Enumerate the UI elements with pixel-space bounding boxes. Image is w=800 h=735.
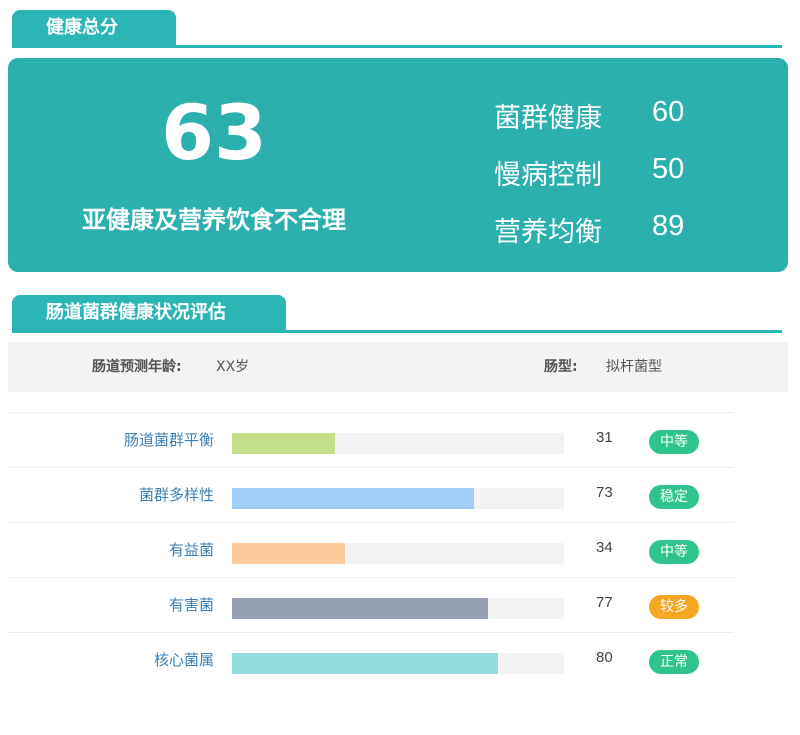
metric-bar-track <box>232 653 564 674</box>
gut-age-value: XX岁 <box>216 359 250 375</box>
metric-bar-track <box>232 543 564 564</box>
metric-status-badge: 正常 <box>649 650 699 674</box>
metric-label: 肠道菌群平衡 <box>123 431 214 449</box>
score-panel: 63 亚健康及营养饮食不合理 菌群健康 60 慢病控制 50 营养均衡 89 <box>8 58 788 272</box>
metric-value: 34 <box>596 539 613 556</box>
metric-label: 菌群多样性 <box>138 486 214 504</box>
gut-info-bar: 肠道预测年龄: XX岁 肠型: 拟杆菌型 <box>8 342 788 392</box>
metric-value: 31 <box>596 429 613 446</box>
sub-score-label: 慢病控制 <box>494 160 602 191</box>
metric-status-badge: 稳定 <box>649 485 699 509</box>
metric-bar-track <box>232 488 564 509</box>
metric-label: 有益菌 <box>168 541 214 559</box>
total-score: 63 <box>161 88 267 177</box>
header-divider <box>12 45 782 48</box>
sub-score-label: 菌群健康 <box>494 103 602 134</box>
enterotype-label: 肠型: <box>544 359 578 375</box>
gut-age-label: 肠道预测年龄: <box>92 359 182 375</box>
metric-row: 核心菌属 80 正常 <box>8 632 734 687</box>
sub-score-row: 营养均衡 89 <box>494 210 684 267</box>
sub-scores: 菌群健康 60 慢病控制 50 营养均衡 89 <box>494 96 684 267</box>
metric-value: 80 <box>596 649 613 666</box>
sub-score-value: 89 <box>652 210 685 242</box>
gut-assessment-title: 肠道菌群健康状况评估 <box>12 295 286 331</box>
sub-score-row: 慢病控制 50 <box>494 153 684 210</box>
metric-label: 有害菌 <box>168 596 214 614</box>
metric-status-badge: 中等 <box>649 430 699 454</box>
metric-value: 77 <box>596 594 613 611</box>
metric-bar-track <box>232 433 564 454</box>
metric-bar-fill <box>232 543 345 564</box>
metric-status-badge: 较多 <box>649 595 699 619</box>
sub-score-label: 营养均衡 <box>494 217 602 248</box>
metric-bar-fill <box>232 488 475 509</box>
enterotype-value: 拟杆菌型 <box>606 359 662 375</box>
sub-score-value: 60 <box>652 96 685 128</box>
metric-bar-fill <box>232 653 498 674</box>
metric-row: 菌群多样性 73 稳定 <box>8 467 734 522</box>
metric-status-badge: 中等 <box>649 540 699 564</box>
metric-label: 核心菌属 <box>153 651 214 669</box>
metric-row: 有害菌 77 较多 <box>8 577 734 632</box>
metric-bar-fill <box>232 598 488 619</box>
metric-list: 肠道菌群平衡 31 中等 菌群多样性 73 稳定 有益菌 34 中等 有害菌 7… <box>8 412 734 687</box>
metric-bar-track <box>232 598 564 619</box>
header-divider <box>12 330 782 333</box>
metric-row: 有益菌 34 中等 <box>8 522 734 577</box>
health-score-title: 健康总分 <box>12 10 176 46</box>
metric-value: 73 <box>596 484 613 501</box>
metric-bar-fill <box>232 433 335 454</box>
health-score-header: 健康总分 <box>12 10 782 50</box>
sub-score-value: 50 <box>652 153 685 185</box>
gut-assessment-header: 肠道菌群健康状况评估 <box>12 295 782 335</box>
metric-row: 肠道菌群平衡 31 中等 <box>8 412 734 467</box>
health-verdict: 亚健康及营养饮食不合理 <box>82 206 346 234</box>
sub-score-row: 菌群健康 60 <box>494 96 684 153</box>
